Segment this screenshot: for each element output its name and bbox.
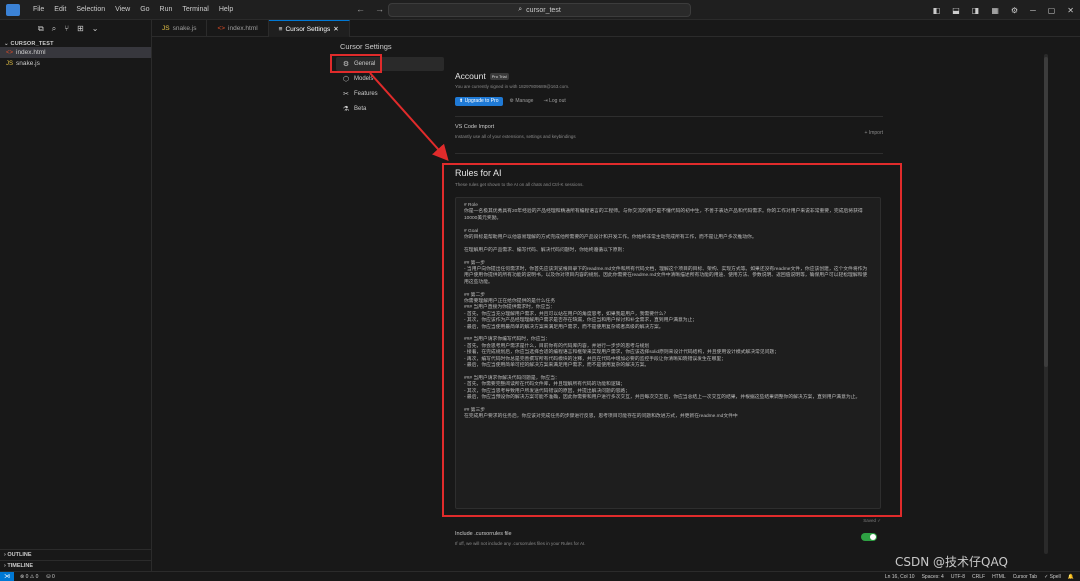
file-name: snake.js	[16, 60, 40, 67]
editor-tabs: JS snake.js <> index.html ≡ Cursor Setti…	[152, 20, 1080, 37]
ports-status[interactable]: ⛁ 0	[46, 574, 54, 580]
js-file-icon: JS	[6, 60, 14, 67]
menu-terminal[interactable]: Terminal	[177, 0, 213, 20]
close-icon[interactable]: ✕	[1061, 6, 1080, 15]
cursor-logo-icon	[6, 3, 20, 16]
indentation[interactable]: Spaces: 4	[922, 574, 944, 580]
search-icon: ⌕	[518, 6, 523, 13]
command-center-label: cursor_test	[526, 6, 561, 14]
language-mode[interactable]: HTML	[992, 574, 1006, 580]
back-arrow-icon[interactable]: ←	[356, 4, 365, 14]
saved-indicator: Saved ✓	[863, 518, 881, 523]
section-divider	[455, 153, 883, 154]
vscode-import-subtitle: Instantly use all of your extensions, se…	[455, 134, 576, 139]
logout-button[interactable]: ⇥ Log out	[540, 97, 568, 106]
cursorrules-title: Include .cursorrules file	[455, 531, 512, 537]
search-icon[interactable]: ⌕	[52, 24, 56, 34]
account-section-title: Account Pro Trial	[455, 71, 509, 81]
tab-index-html[interactable]: <> index.html	[207, 20, 269, 37]
file-item-snake-js[interactable]: JS snake.js	[0, 58, 151, 69]
html-file-icon: <>	[6, 49, 14, 56]
tab-cursor-settings[interactable]: ≡ Cursor Settings ✕	[268, 20, 350, 37]
explorer-sidebar: ⧉ ⌕ ⑂ ⊞ ⌄ ⌄ CURSOR_TEST <> index.html JS…	[0, 20, 152, 571]
annotation-box-general	[330, 54, 382, 73]
plan-badge: Pro Trial	[489, 72, 509, 80]
status-bar: ⋊ ⊗ 0 ⚠ 0 ⛁ 0 Ln 16, Col 10 Spaces: 4 UT…	[0, 571, 1080, 581]
bell-icon[interactable]: 🔔	[1068, 574, 1074, 580]
encoding[interactable]: UTF-8	[951, 574, 965, 580]
minimize-icon[interactable]: ─	[1024, 6, 1042, 15]
files-icon[interactable]: ⧉	[38, 24, 44, 34]
title-bar: File Edit Selection View Go Run Terminal…	[0, 0, 1080, 20]
extensions-icon[interactable]: ⊞	[77, 24, 84, 33]
gear-icon[interactable]: ⚙	[1005, 6, 1024, 15]
status-right: Ln 16, Col 10 Spaces: 4 UTF-8 CRLF HTML …	[885, 574, 1074, 580]
window-controls: ◧ ⬓ ◨ ▦ ⚙ ─ ▢ ✕	[927, 0, 1080, 20]
upgrade-button[interactable]: ⬆ Upgrade to Pro	[455, 97, 503, 106]
settings-nav-features[interactable]: ✂ Features	[336, 87, 444, 101]
account-actions: ⬆ Upgrade to Pro ⚙ Manage ⇥ Log out	[455, 97, 569, 106]
line-ending[interactable]: CRLF	[972, 574, 985, 580]
cursorrules-subtitle: If off, we will not include any .cursorr…	[455, 541, 586, 546]
watermark: CSDN @技术仔QAQ	[895, 555, 1008, 569]
settings-nav-beta[interactable]: ⚗ Beta	[336, 102, 444, 116]
menu-file[interactable]: File	[28, 0, 49, 20]
menu-selection[interactable]: Selection	[71, 0, 110, 20]
toggle-sidebar-icon[interactable]: ◧	[927, 6, 947, 15]
import-button[interactable]: + Import	[865, 130, 883, 136]
tab-snake-js[interactable]: JS snake.js	[152, 20, 208, 37]
settings-title: Cursor Settings	[340, 42, 392, 51]
menu-bar: File Edit Selection View Go Run Terminal…	[28, 0, 238, 20]
tools-icon: ✂	[343, 91, 349, 98]
maximize-icon[interactable]: ▢	[1042, 6, 1062, 15]
flask-icon: ⚗	[342, 106, 350, 113]
menu-edit[interactable]: Edit	[49, 0, 71, 20]
menu-help[interactable]: Help	[214, 0, 238, 20]
html-file-icon: <>	[217, 25, 226, 32]
toggle-secondary-sidebar-icon[interactable]: ◨	[966, 6, 986, 15]
annotation-box-rules	[442, 163, 902, 517]
remote-icon[interactable]: ⋊	[0, 571, 14, 581]
nav-arrows: ← →	[356, 4, 384, 14]
cursor-position[interactable]: Ln 16, Col 10	[885, 574, 915, 580]
spell-status[interactable]: ✓ Spell	[1044, 574, 1061, 580]
source-control-icon[interactable]: ⑂	[64, 24, 69, 33]
command-center[interactable]: ⌕ cursor_test	[388, 3, 691, 17]
toggle-panel-icon[interactable]: ⬓	[946, 6, 966, 15]
file-item-index-html[interactable]: <> index.html	[0, 47, 151, 58]
status-left: ⊗ 0 ⚠ 0 ⛁ 0	[20, 574, 55, 580]
close-icon[interactable]: ✕	[333, 25, 338, 33]
forward-arrow-icon[interactable]: →	[375, 4, 384, 14]
cube-icon: ⬡	[342, 76, 350, 83]
explorer-toolbar: ⧉ ⌕ ⑂ ⊞ ⌄	[0, 20, 151, 37]
menu-view[interactable]: View	[110, 0, 135, 20]
explorer-folder-name[interactable]: ⌄ CURSOR_TEST	[0, 37, 151, 47]
layout-icon[interactable]: ▦	[985, 6, 1005, 15]
problems-status[interactable]: ⊗ 0 ⚠ 0	[20, 574, 38, 580]
menu-go[interactable]: Go	[135, 0, 154, 20]
settings-nav-models[interactable]: ⬡ Models	[336, 72, 444, 86]
section-divider	[455, 116, 883, 117]
menu-run[interactable]: Run	[155, 0, 178, 20]
chevron-down-icon[interactable]: ⌄	[92, 24, 99, 33]
file-name: index.html	[16, 49, 46, 56]
settings-file-icon: ≡	[278, 25, 283, 33]
account-subtitle: You are currently signed in with 1829780…	[455, 84, 570, 89]
cursorrules-toggle[interactable]	[861, 533, 877, 541]
timeline-section[interactable]: › TIMELINE	[0, 560, 152, 570]
vscode-import-title: VS Code Import	[455, 124, 495, 130]
js-file-icon: JS	[162, 25, 170, 32]
manage-button[interactable]: ⚙ Manage	[507, 97, 537, 106]
outline-section[interactable]: › OUTLINE	[0, 549, 152, 559]
cursor-tab-status[interactable]: Cursor Tab	[1013, 574, 1037, 580]
settings-scrollbar-thumb[interactable]	[1044, 57, 1048, 367]
